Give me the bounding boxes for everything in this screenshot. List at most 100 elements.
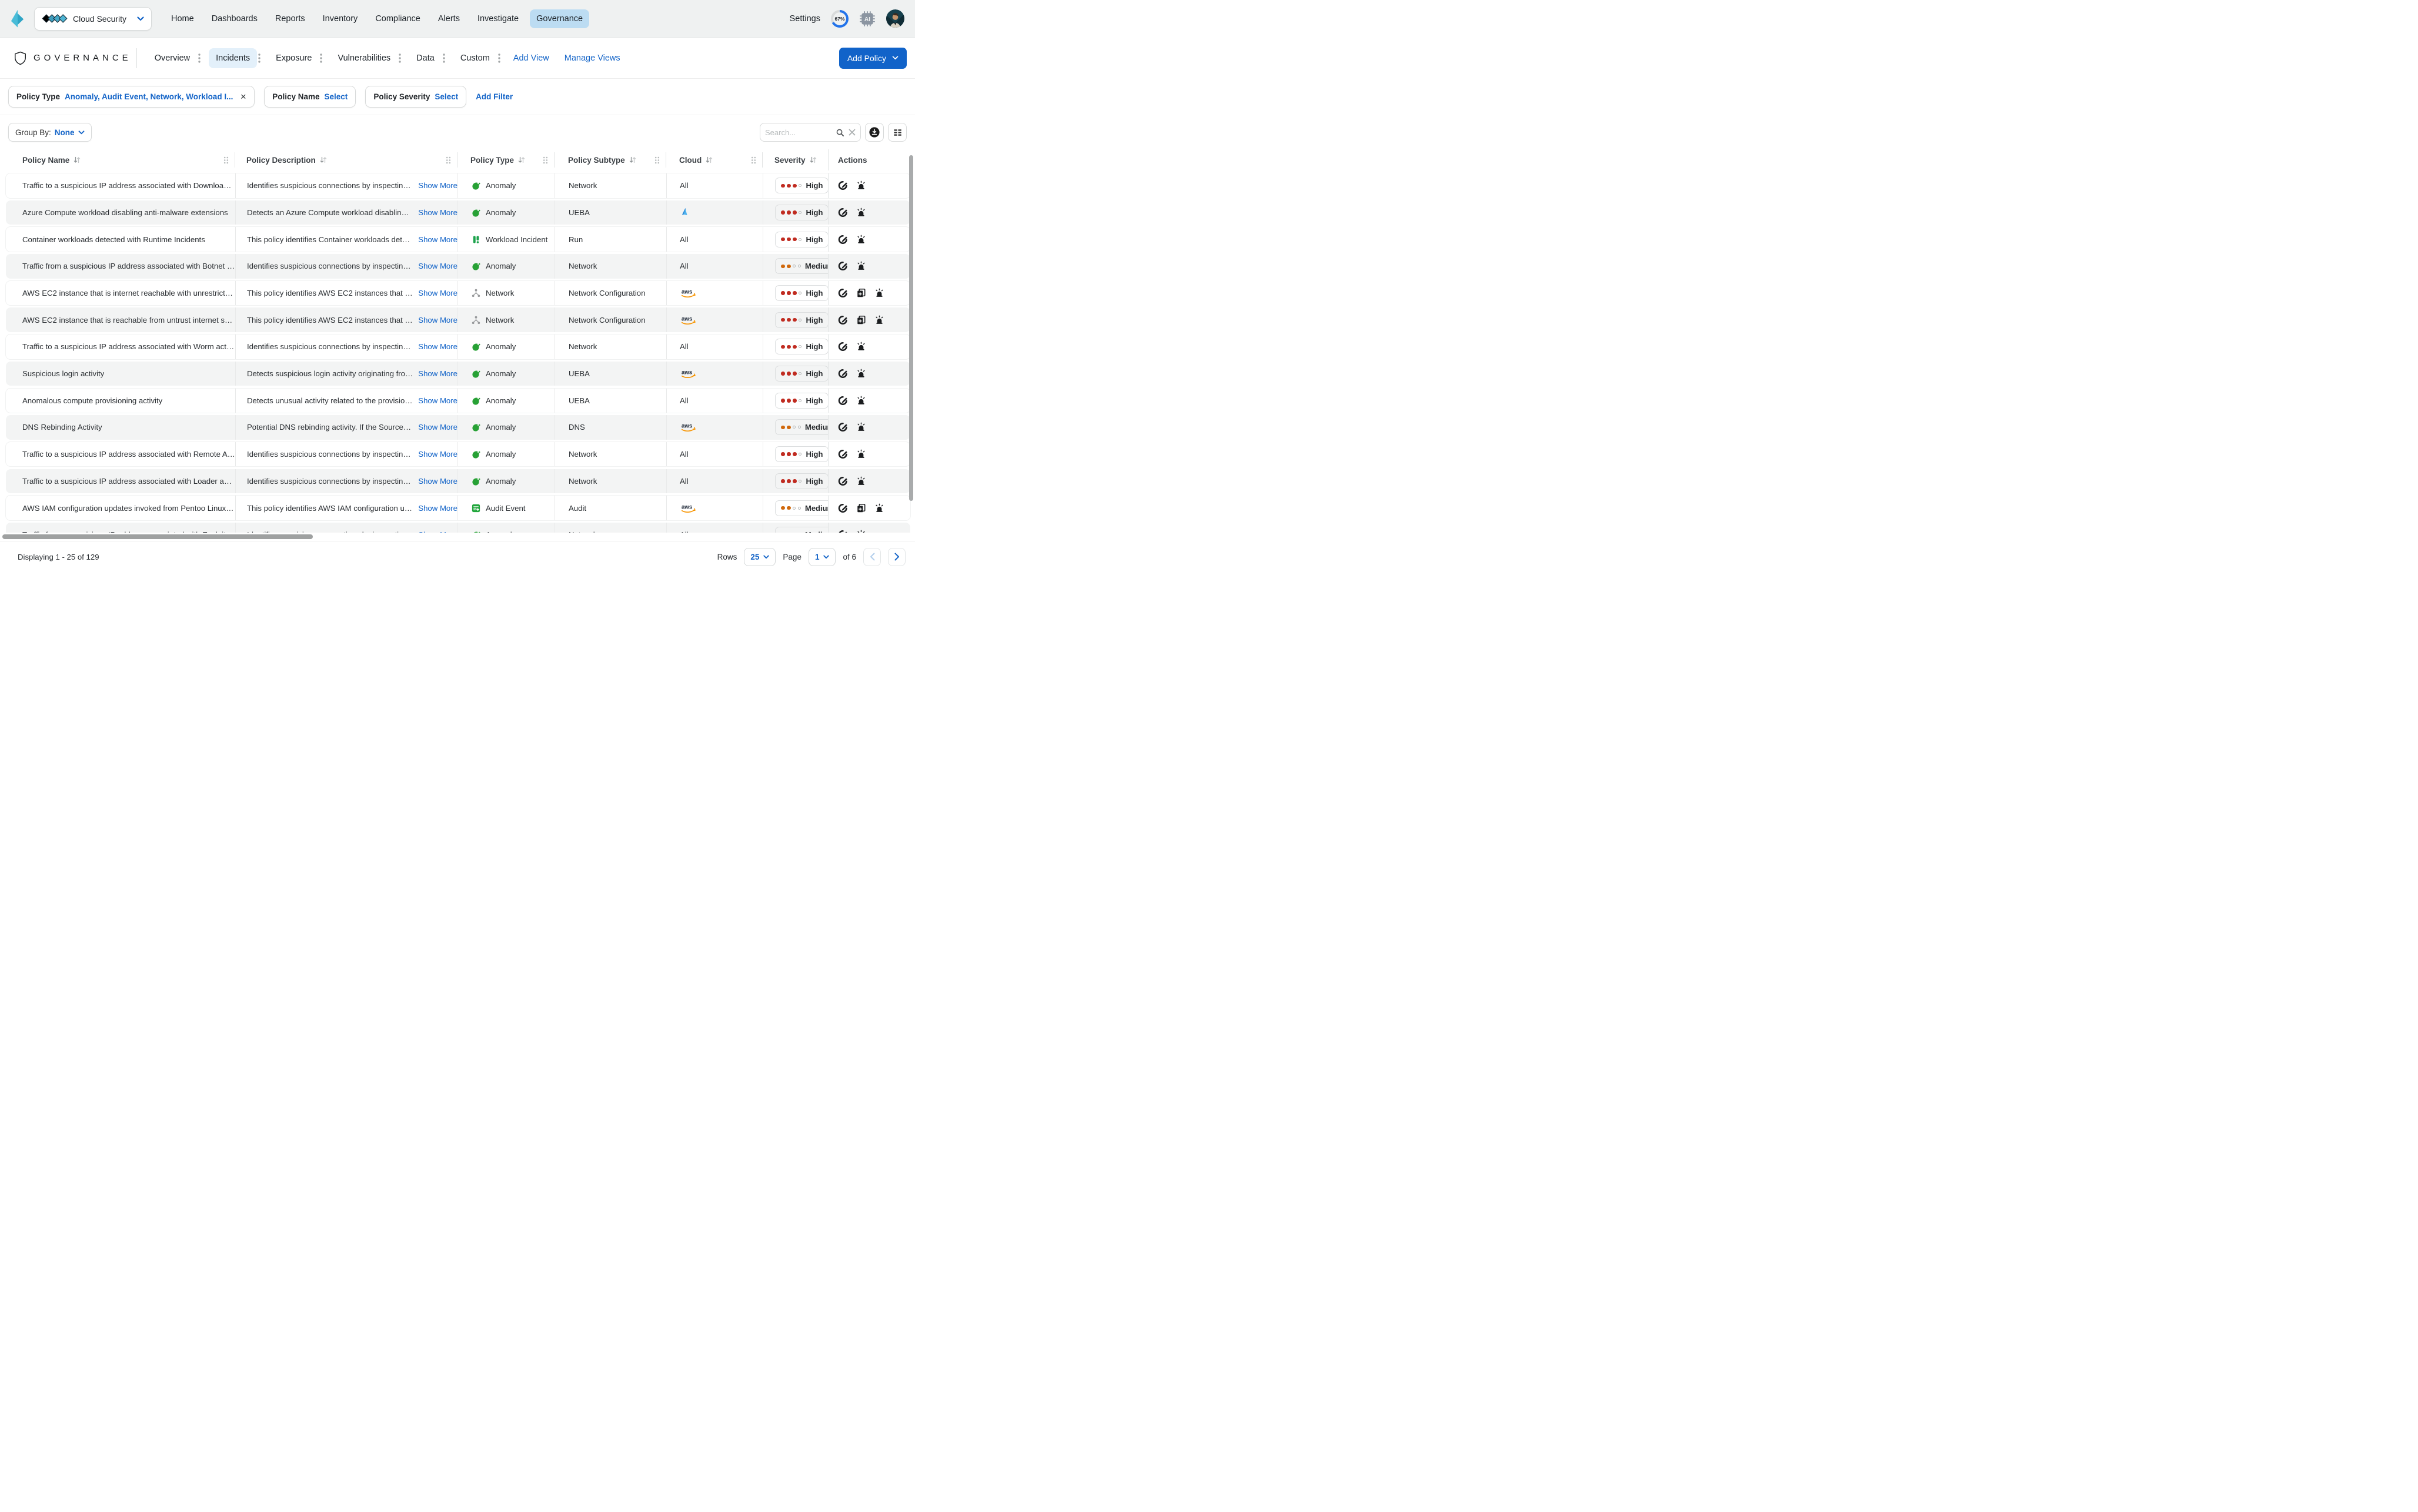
sort-icon[interactable] xyxy=(705,156,713,163)
table-row[interactable]: Traffic to a suspicious IP address assoc… xyxy=(6,334,910,359)
filter-policy-type[interactable]: Policy Type Anomaly, Audit Event, Networ… xyxy=(8,86,255,108)
manage-views-link[interactable]: Manage Views xyxy=(565,53,620,63)
filter-value[interactable]: Select xyxy=(325,92,348,101)
sort-icon[interactable] xyxy=(809,156,817,163)
tab-custom-menu-icon[interactable] xyxy=(498,53,500,63)
filter-value[interactable]: Anomaly, Audit Event, Network, Workload … xyxy=(65,92,233,101)
show-more-link[interactable]: Show More xyxy=(418,450,457,459)
edit-policy-icon[interactable] xyxy=(838,261,849,272)
view-alerts-icon[interactable] xyxy=(856,261,867,272)
product-switcher[interactable]: Cloud Security xyxy=(34,6,152,31)
view-alerts-icon[interactable] xyxy=(874,503,885,513)
show-more-link[interactable]: Show More xyxy=(418,396,457,405)
table-row[interactable]: Suspicious login activity Detects suspic… xyxy=(6,361,910,386)
tab-overview[interactable]: Overview xyxy=(148,48,197,68)
edit-policy-icon[interactable] xyxy=(838,342,849,352)
table-row[interactable]: AWS IAM configuration updates invoked fr… xyxy=(6,496,910,520)
edit-policy-icon[interactable] xyxy=(838,288,849,299)
table-row[interactable]: Anomalous compute provisioning activity … xyxy=(6,388,910,413)
nav-item-reports[interactable]: Reports xyxy=(269,9,312,28)
clone-policy-icon[interactable] xyxy=(856,288,867,299)
show-more-link[interactable]: Show More xyxy=(418,504,457,513)
view-alerts-icon[interactable] xyxy=(856,449,867,460)
tab-overview-menu-icon[interactable] xyxy=(198,53,201,63)
view-alerts-icon[interactable] xyxy=(856,342,867,352)
ai-copilot-icon[interactable]: AI xyxy=(859,11,876,27)
edit-policy-icon[interactable] xyxy=(838,422,849,433)
next-page-button[interactable] xyxy=(888,547,906,566)
view-alerts-icon[interactable] xyxy=(856,422,867,433)
table-row[interactable]: Azure Compute workload disabling anti-ma… xyxy=(6,200,910,225)
nav-item-inventory[interactable]: Inventory xyxy=(316,9,365,28)
table-row[interactable]: Traffic from a suspicious IP address ass… xyxy=(6,522,910,533)
show-more-link[interactable]: Show More xyxy=(418,342,457,351)
table-row[interactable]: Container workloads detected with Runtim… xyxy=(6,227,910,252)
view-alerts-icon[interactable] xyxy=(856,476,867,486)
table-row[interactable]: Traffic from a suspicious IP address ass… xyxy=(6,254,910,279)
show-more-link[interactable]: Show More xyxy=(418,369,457,378)
vertical-scrollbar[interactable] xyxy=(909,155,913,501)
column-header-policy-name[interactable]: Policy Name xyxy=(6,152,235,168)
nav-item-investigate[interactable]: Investigate xyxy=(471,9,525,28)
add-filter-link[interactable]: Add Filter xyxy=(476,92,513,101)
edit-policy-icon[interactable] xyxy=(838,530,849,533)
user-avatar[interactable] xyxy=(886,9,904,28)
tab-exposure[interactable]: Exposure xyxy=(269,48,319,68)
tab-vulnerabilities-menu-icon[interactable] xyxy=(399,53,401,63)
view-alerts-icon[interactable] xyxy=(856,369,867,379)
sort-icon[interactable] xyxy=(517,156,526,163)
download-button[interactable] xyxy=(865,123,884,142)
nav-item-compliance[interactable]: Compliance xyxy=(369,9,427,28)
show-more-link[interactable]: Show More xyxy=(418,208,457,217)
view-alerts-icon[interactable] xyxy=(874,315,885,325)
sort-icon[interactable] xyxy=(319,156,328,163)
adoption-progress-ring[interactable]: 67% xyxy=(831,9,849,28)
group-by-control[interactable]: Group By: None xyxy=(8,123,92,142)
clear-search-icon[interactable] xyxy=(849,129,856,136)
tab-vulnerabilities[interactable]: Vulnerabilities xyxy=(330,48,398,68)
tab-incidents[interactable]: Incidents xyxy=(209,48,258,68)
add-view-link[interactable]: Add View xyxy=(513,53,549,63)
previous-page-button[interactable] xyxy=(863,547,881,566)
tab-incidents-menu-icon[interactable] xyxy=(258,53,260,63)
search-input[interactable] xyxy=(765,128,831,137)
tab-custom[interactable]: Custom xyxy=(453,48,497,68)
view-alerts-icon[interactable] xyxy=(856,395,867,406)
column-header-cloud[interactable]: Cloud xyxy=(666,152,763,168)
show-more-link[interactable]: Show More xyxy=(418,235,457,244)
column-drag-handle-icon[interactable] xyxy=(654,156,660,164)
show-more-link[interactable]: Show More xyxy=(418,316,457,325)
edit-policy-icon[interactable] xyxy=(838,180,849,191)
tab-data-menu-icon[interactable] xyxy=(443,53,445,63)
tab-exposure-menu-icon[interactable] xyxy=(320,53,323,63)
column-drag-handle-icon[interactable] xyxy=(543,156,548,164)
page-select[interactable]: 1 xyxy=(808,547,836,566)
view-alerts-icon[interactable] xyxy=(856,207,867,218)
filter-policy-name[interactable]: Policy Name Select xyxy=(264,86,356,108)
edit-policy-icon[interactable] xyxy=(838,449,849,460)
edit-policy-icon[interactable] xyxy=(838,476,849,486)
filter-value[interactable]: Select xyxy=(435,92,458,101)
edit-policy-icon[interactable] xyxy=(838,315,849,325)
edit-policy-icon[interactable] xyxy=(838,207,849,218)
column-settings-button[interactable] xyxy=(888,123,907,142)
filter-policy-severity[interactable]: Policy Severity Select xyxy=(365,86,467,108)
nav-item-dashboards[interactable]: Dashboards xyxy=(205,9,264,28)
show-more-link[interactable]: Show More xyxy=(418,289,457,297)
table-row[interactable]: Traffic to a suspicious IP address assoc… xyxy=(6,469,910,494)
view-alerts-icon[interactable] xyxy=(874,288,885,299)
table-row[interactable]: AWS EC2 instance that is internet reacha… xyxy=(6,280,910,306)
show-more-link[interactable]: Show More xyxy=(418,262,457,270)
table-row[interactable]: Traffic to a suspicious IP address assoc… xyxy=(6,173,910,198)
sort-icon[interactable] xyxy=(73,156,81,163)
show-more-link[interactable]: Show More xyxy=(418,181,457,190)
rows-per-page-select[interactable]: 25 xyxy=(744,547,776,566)
show-more-link[interactable]: Show More xyxy=(418,477,457,486)
edit-policy-icon[interactable] xyxy=(838,395,849,406)
tab-data[interactable]: Data xyxy=(409,48,442,68)
column-header-severity[interactable]: Severity xyxy=(763,152,828,168)
remove-filter-icon[interactable]: ✕ xyxy=(240,92,246,102)
column-header-policy-subtype[interactable]: Policy Subtype xyxy=(555,152,666,168)
column-drag-handle-icon[interactable] xyxy=(223,156,229,164)
search-icon[interactable] xyxy=(836,128,844,137)
